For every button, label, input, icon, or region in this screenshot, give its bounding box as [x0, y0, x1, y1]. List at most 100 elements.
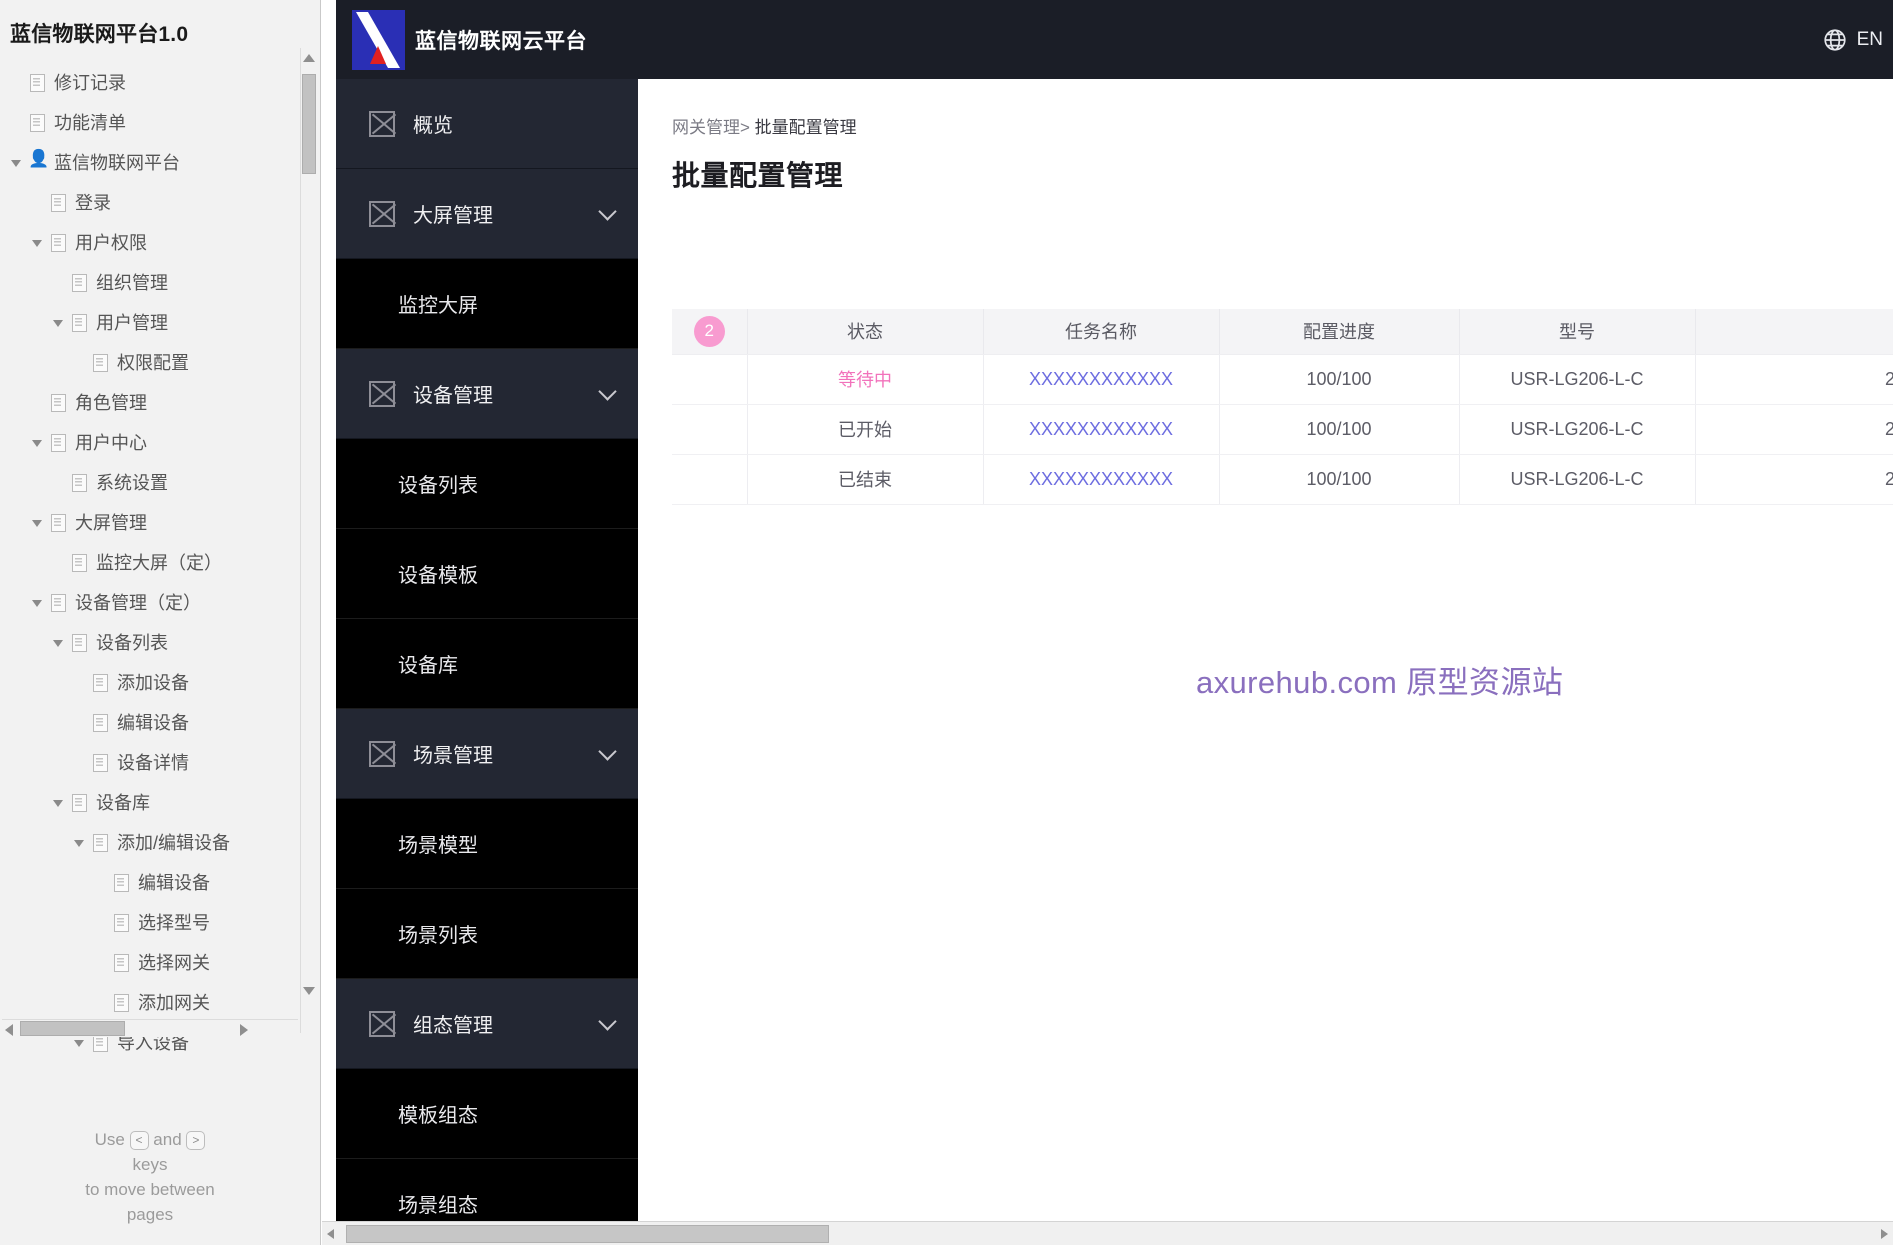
column-header-time[interactable] — [1695, 309, 1893, 355]
tree-arrow-spacer — [8, 114, 25, 131]
tree-expand-arrow-icon[interactable] — [29, 234, 46, 251]
nav-group-item[interactable]: 场景管理 — [336, 709, 638, 799]
cell-state: 等待中 — [747, 354, 984, 405]
sitemap-node[interactable]: 添加/编辑设备 — [0, 822, 320, 862]
app-scroll-left-arrow-icon[interactable] — [327, 1229, 334, 1239]
app-horizontal-scrollbar[interactable] — [322, 1221, 1893, 1245]
sitemap-node-label: 选择网关 — [138, 953, 210, 973]
tree-expand-arrow-icon[interactable] — [29, 514, 46, 531]
table-row[interactable]: 已结束 XXXXXXXXXXXX 100/100 USR-LG206-L-C 2022 … — [672, 454, 1893, 505]
cell-task-name-text: XXXXXXXXXXXX — [1028, 418, 1174, 439]
chevron-down-icon[interactable] — [598, 381, 617, 401]
app-hscrollbar-thumb[interactable] — [346, 1225, 829, 1243]
sitemap-node[interactable]: 登录 — [0, 182, 320, 222]
nav-sub-item[interactable]: 场景列表 — [336, 889, 638, 979]
nav-sub-item[interactable]: 监控大屏 — [336, 259, 638, 349]
scroll-up-arrow-icon[interactable] — [303, 54, 315, 62]
tree-expand-arrow-icon[interactable] — [50, 794, 67, 811]
nav-sub-item[interactable]: 设备列表 — [336, 439, 638, 529]
chevron-down-icon[interactable] — [598, 1011, 617, 1031]
sitemap-node-label: 设备列表 — [96, 633, 168, 653]
nav-sub-item[interactable]: 设备库 — [336, 619, 638, 709]
row-checkbox-cell[interactable] — [672, 454, 748, 505]
sitemap-node[interactable]: 设备管理（定） — [0, 582, 320, 622]
tree-expand-arrow-icon[interactable] — [29, 434, 46, 451]
app-nav-list[interactable]: 概览大屏管理监控大屏 设备管理 设备列表 设备模板 设备库 场景管理 场景模型 场景列表 组态管… — [336, 79, 638, 1245]
table-row[interactable]: 已开始 XXXXXXXXXXXX 100/100 USR-LG206-L-C 2022 … — [672, 404, 1893, 455]
column-header-task-name[interactable]: 任务名称 — [983, 309, 1220, 355]
page-icon — [48, 193, 68, 212]
sitemap-node[interactable]: 设备列表 — [0, 622, 320, 662]
sitemap-node[interactable]: 修订记录 — [0, 62, 320, 102]
sitemap-tree[interactable]: 修订记录功能清单蓝信物联网平台登录用户权限组织管理用户管理权限配置角色管理用户中… — [0, 62, 320, 1062]
sitemap-node[interactable]: 选择网关 — [0, 942, 320, 982]
nav-sub-item[interactable]: 模板组态 — [336, 1069, 638, 1159]
cell-state: 已结束 — [747, 454, 984, 505]
brand-name: 蓝信物联网云平台 — [415, 29, 587, 53]
breadcrumb-parent[interactable]: 网关管理 — [672, 118, 740, 137]
sitemap-node[interactable]: 编辑设备 — [0, 702, 320, 742]
scrollbar-thumb[interactable] — [302, 74, 316, 174]
language-switcher[interactable]: EN — [1822, 27, 1883, 53]
cell-task-name[interactable]: XXXXXXXXXXXX — [983, 454, 1220, 505]
column-header-progress[interactable]: 配置进度 — [1219, 309, 1460, 355]
sitemap-horizontal-scrollbar[interactable] — [2, 1019, 298, 1037]
nav-sub-item[interactable]: 设备模板 — [336, 529, 638, 619]
sitemap-node[interactable]: 设备库 — [0, 782, 320, 822]
selection-count-badge[interactable]: 2 — [693, 315, 725, 347]
sitemap-node[interactable]: 权限配置 — [0, 342, 320, 382]
sitemap-node[interactable]: 添加网关 — [0, 982, 320, 1022]
app-scroll-right-arrow-icon[interactable] — [1881, 1229, 1888, 1239]
scroll-down-arrow-icon[interactable] — [303, 987, 315, 995]
page-icon — [27, 113, 47, 132]
chevron-down-icon[interactable] — [598, 201, 617, 221]
nav-group-item[interactable]: 组态管理 — [336, 979, 638, 1069]
scroll-left-arrow-icon[interactable] — [5, 1024, 13, 1036]
sitemap-node[interactable]: 系统设置 — [0, 462, 320, 502]
sitemap-node[interactable]: 用户管理 — [0, 302, 320, 342]
hscrollbar-thumb[interactable] — [20, 1021, 125, 1036]
sitemap-node[interactable]: 组织管理 — [0, 262, 320, 302]
sitemap-node[interactable]: 编辑设备 — [0, 862, 320, 902]
tree-expand-arrow-icon[interactable] — [8, 154, 25, 171]
sitemap-node[interactable]: 用户中心 — [0, 422, 320, 462]
nav-group-label: 大屏管理 — [413, 205, 493, 227]
tree-arrow-spacer — [50, 554, 67, 571]
table-row[interactable]: 等待中 XXXXXXXXXXXX 100/100 USR-LG206-L-C 2022 … — [672, 354, 1893, 405]
sitemap-node[interactable]: 选择型号 — [0, 902, 320, 942]
sitemap-node[interactable]: 用户权限 — [0, 222, 320, 262]
table-header-row: 2 状态 任务名称 配置进度 型号 — [672, 309, 1893, 355]
row-checkbox-cell[interactable] — [672, 354, 748, 405]
sitemap-node[interactable]: 大屏管理 — [0, 502, 320, 542]
sitemap-node-label: 设备详情 — [117, 753, 189, 773]
cell-progress: 100/100 — [1219, 354, 1460, 405]
sitemap-vertical-scrollbar[interactable] — [300, 48, 316, 1033]
chevron-down-icon[interactable] — [598, 741, 617, 761]
app-sidebar: 蓝信物联网云平台 概览 大屏管理 监控大屏 设备管理 设备列表 设备模板 设备库 场景管理 场景… — [336, 0, 638, 1245]
nav-group-item[interactable]: 大屏管理 — [336, 169, 638, 259]
nav-group-item[interactable]: 设备管理 — [336, 349, 638, 439]
sitemap-node[interactable]: 监控大屏（定） — [0, 542, 320, 582]
sitemap-node[interactable]: 设备详情 — [0, 742, 320, 782]
tree-expand-arrow-icon[interactable] — [29, 594, 46, 611]
row-checkbox-cell[interactable] — [672, 404, 748, 455]
hint-keys-label: keys — [132, 1155, 168, 1174]
scroll-right-arrow-icon[interactable] — [240, 1024, 248, 1036]
nav-group-item[interactable]: 概览 — [336, 79, 638, 169]
tree-expand-arrow-icon[interactable] — [71, 834, 88, 851]
sitemap-node[interactable]: 功能清单 — [0, 102, 320, 142]
column-header-model[interactable]: 型号 — [1459, 309, 1696, 355]
nav-sub-item[interactable]: 场景模型 — [336, 799, 638, 889]
cell-task-name[interactable]: XXXXXXXXXXXX — [983, 354, 1220, 405]
tree-expand-arrow-icon[interactable] — [50, 314, 67, 331]
placeholder-x-icon — [369, 110, 395, 137]
cell-time: 2022 0 — [1695, 404, 1893, 455]
tree-arrow-spacer — [29, 394, 46, 411]
nav-sub-label: 模板组态 — [398, 1105, 478, 1127]
sitemap-node[interactable]: 角色管理 — [0, 382, 320, 422]
sitemap-node[interactable]: 添加设备 — [0, 662, 320, 702]
tree-expand-arrow-icon[interactable] — [50, 634, 67, 651]
cell-task-name[interactable]: XXXXXXXXXXXX — [983, 404, 1220, 455]
column-header-state[interactable]: 状态 — [747, 309, 984, 355]
sitemap-node[interactable]: 蓝信物联网平台 — [0, 142, 320, 182]
